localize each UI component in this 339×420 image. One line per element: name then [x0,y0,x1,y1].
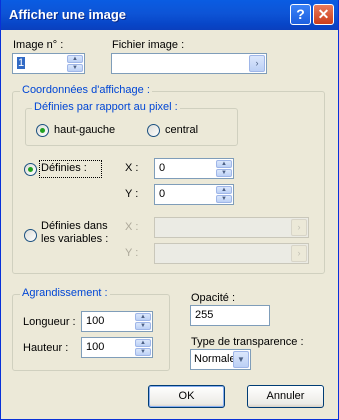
defined-y-value: 0 [159,188,166,200]
spin-up-icon[interactable]: ▲ [67,55,83,63]
radio-top-left-label[interactable]: haut-gauche [54,124,115,136]
display-coords-legend: Coordonnées d'affichage : [20,84,152,96]
transparency-label: Type de transparence : [191,336,304,348]
image-number-field[interactable]: 1 ▲ ▼ [12,53,85,74]
defined-x-value: 0 [159,162,166,174]
opacity-field[interactable]: 255 [190,305,270,326]
spin-up-icon[interactable]: ▲ [135,313,151,321]
help-button[interactable]: ? [290,4,311,25]
opacity-label: Opacité : [191,292,236,304]
height-field[interactable]: 100 ▲ ▼ [81,337,153,358]
window-title: Afficher une image [9,7,127,22]
spin-up-icon[interactable]: ▲ [135,339,151,347]
radio-central-label[interactable]: central [165,124,198,136]
image-file-field[interactable]: › [111,53,267,74]
close-button[interactable]: ✕ [313,4,334,25]
dialog-window: Afficher une image ? ✕ Image n° : 1 ▲ ▼ … [0,0,339,420]
title-bar[interactable]: Afficher une image ? ✕ [1,0,338,30]
spin-down-icon[interactable]: ▼ [216,169,232,177]
radio-defined[interactable] [24,163,37,176]
radio-in-variables-label-1[interactable]: Définies dans [41,220,108,232]
spin-down-icon[interactable]: ▼ [67,64,83,72]
opacity-value: 255 [195,309,214,321]
height-value: 100 [86,341,105,353]
image-number-stepper[interactable]: ▲ ▼ [67,55,83,72]
variables-x-field[interactable]: › [154,217,309,238]
ok-button[interactable]: OK [148,385,225,408]
enlargement-legend: Agrandissement : [20,287,110,299]
radio-top-left[interactable] [36,124,49,137]
defined-y-stepper[interactable]: ▲ ▼ [216,186,232,203]
image-number-value: 1 [17,57,26,69]
spin-down-icon[interactable]: ▼ [216,195,232,203]
defined-x-label: X : [125,162,139,174]
enlargement-group [12,294,170,371]
pixel-ref-legend: Définies par rapport au pixel : [32,101,180,113]
radio-defined-label[interactable]: Définies : [41,162,87,174]
browse-icon[interactable]: › [249,55,265,72]
radio-in-variables[interactable] [24,229,37,242]
width-value: 100 [86,315,105,327]
radio-in-variables-label-2[interactable]: les variables : [41,233,108,245]
defined-x-stepper[interactable]: ▲ ▼ [216,160,232,177]
spin-up-icon[interactable]: ▲ [216,186,232,194]
defined-y-field[interactable]: 0 ▲ ▼ [154,184,234,205]
chevron-down-icon[interactable]: ▼ [233,351,249,368]
variables-x-label: X : [125,221,139,233]
width-label: Longueur : [23,316,76,328]
width-stepper[interactable]: ▲ ▼ [135,313,151,330]
radio-central[interactable] [147,124,160,137]
transparency-select[interactable]: Normale ▼ [190,349,251,370]
defined-y-label: Y : [125,188,139,200]
spin-down-icon[interactable]: ▼ [135,348,151,356]
spin-up-icon[interactable]: ▲ [216,160,232,168]
image-file-label: Fichier image : [112,39,185,51]
height-label: Hauteur : [23,342,69,354]
image-number-label: Image n° : [13,39,64,51]
spin-down-icon[interactable]: ▼ [135,322,151,330]
variables-y-field[interactable]: › [154,243,309,264]
cancel-button[interactable]: Annuler [247,385,324,408]
height-stepper[interactable]: ▲ ▼ [135,339,151,356]
width-field[interactable]: 100 ▲ ▼ [81,311,153,332]
browse-icon[interactable]: › [291,245,307,262]
transparency-value: Normale [194,353,236,365]
browse-icon[interactable]: › [291,219,307,236]
variables-y-label: Y : [125,247,139,259]
defined-x-field[interactable]: 0 ▲ ▼ [154,158,234,179]
